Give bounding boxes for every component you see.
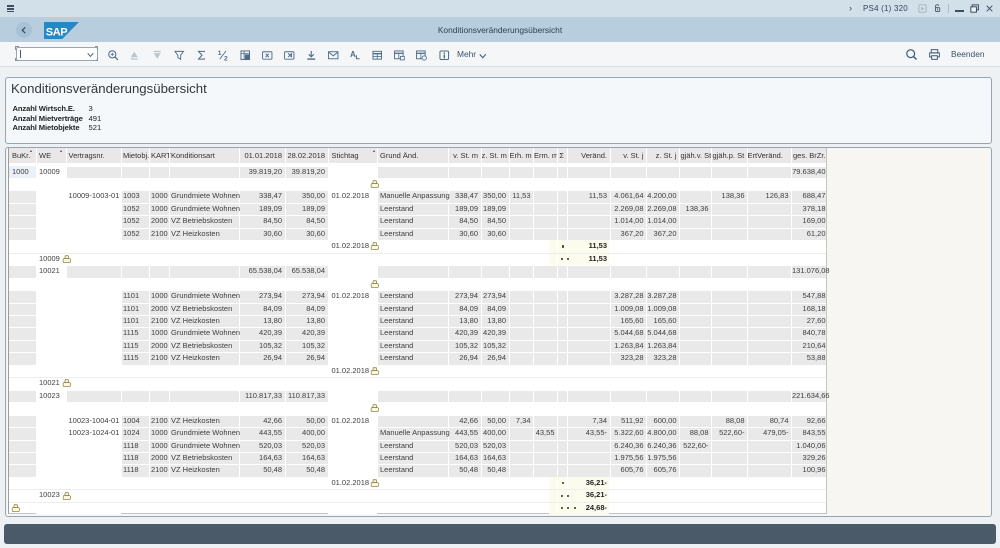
svg-text:1: 1 <box>218 49 222 56</box>
svg-text:2: 2 <box>224 55 228 61</box>
svg-text:A: A <box>350 50 356 59</box>
